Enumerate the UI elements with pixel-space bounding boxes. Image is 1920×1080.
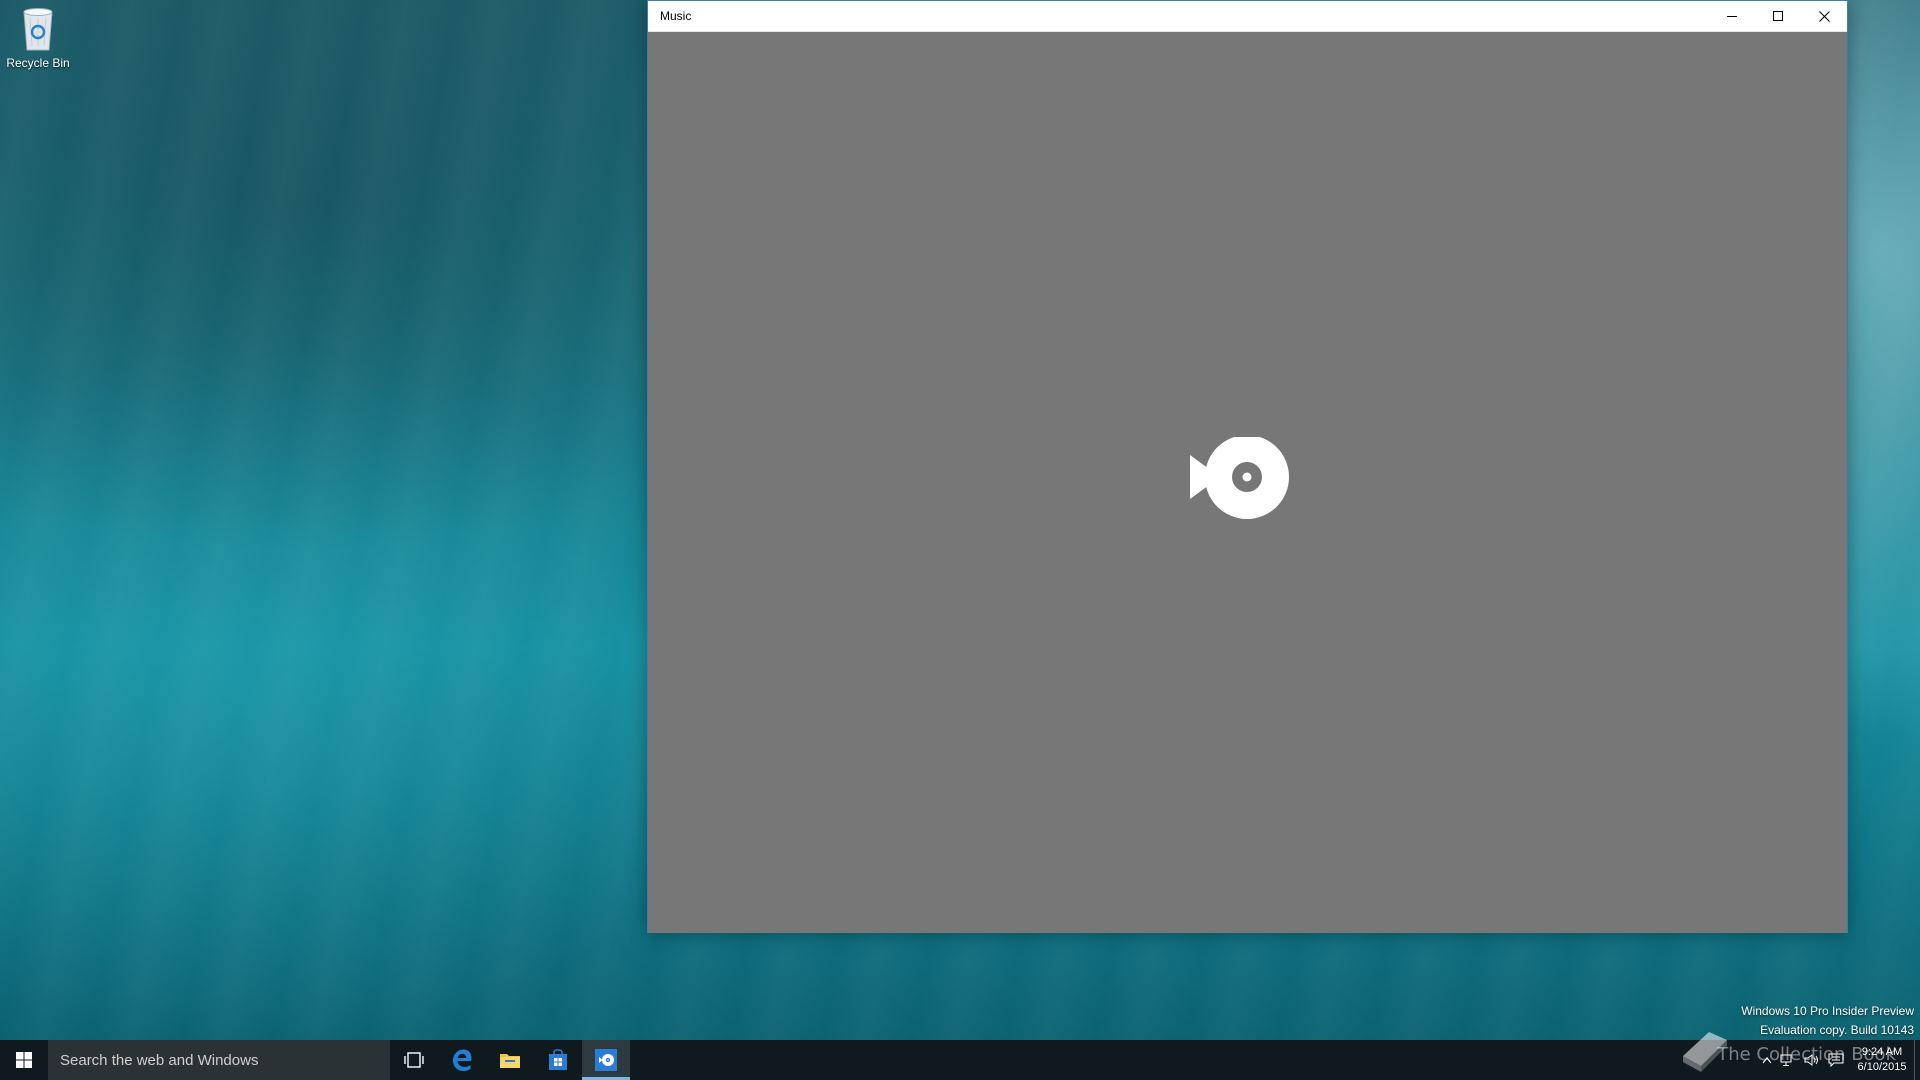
desktop-icon-recycle-bin[interactable]: Recycle Bin [2,6,74,78]
taskbar-music[interactable] [582,1040,630,1080]
folder-icon [500,1054,520,1068]
show-desktop-button[interactable] [1914,1040,1920,1080]
window-title: Music [660,9,692,23]
task-view-icon [404,1052,424,1068]
windows-logo-icon [16,1052,32,1068]
clock-time: 9:24 AM [1861,1046,1903,1058]
watermark-line-build: Evaluation copy. Build 10143 [1760,1023,1914,1037]
build-watermark: Windows 10 Pro Insider Preview Evaluatio… [1741,1002,1914,1040]
music-app-logo-icon [1190,437,1289,519]
network-icon[interactable] [1780,1053,1796,1067]
music-app-icon [595,1049,617,1071]
tray-icons [1762,1053,1844,1067]
clock[interactable]: 9:24 AM 6/10/2015 [1850,1045,1914,1075]
chevron-up-icon[interactable] [1762,1056,1772,1064]
start-button[interactable] [0,1040,48,1080]
close-button[interactable] [1801,1,1847,32]
close-icon [1818,10,1830,22]
system-tray: The Collection Book 9:24 AM 6/10/2015 [1683,1032,1920,1080]
taskbar-edge[interactable] [438,1040,486,1080]
clock-date: 6/10/2015 [1857,1061,1907,1073]
app-content [648,32,1847,933]
title-bar[interactable]: Music [648,1,1847,32]
recycle-bin-icon [23,8,53,51]
maximize-button[interactable] [1755,1,1801,32]
music-window[interactable]: Music [647,0,1848,933]
store-icon [549,1049,567,1070]
search-placeholder: Search the web and Windows [60,1051,259,1069]
taskbar: Search the web and Windows The Collectio… [0,1032,1920,1080]
action-center-icon[interactable] [1828,1053,1844,1067]
maximize-icon [1773,11,1783,21]
desktop-icon-label: Recycle Bin [6,56,70,70]
taskbar-store[interactable] [534,1040,582,1080]
taskbar-file-explorer[interactable] [486,1040,534,1080]
minimize-icon [1727,16,1737,17]
task-view-button[interactable] [390,1040,438,1080]
edge-icon [453,1049,472,1071]
minimize-button[interactable] [1709,1,1755,32]
volume-icon[interactable] [1804,1053,1820,1067]
watermark-line-edition: Windows 10 Pro Insider Preview [1741,1004,1914,1018]
search-box[interactable]: Search the web and Windows [48,1040,390,1080]
